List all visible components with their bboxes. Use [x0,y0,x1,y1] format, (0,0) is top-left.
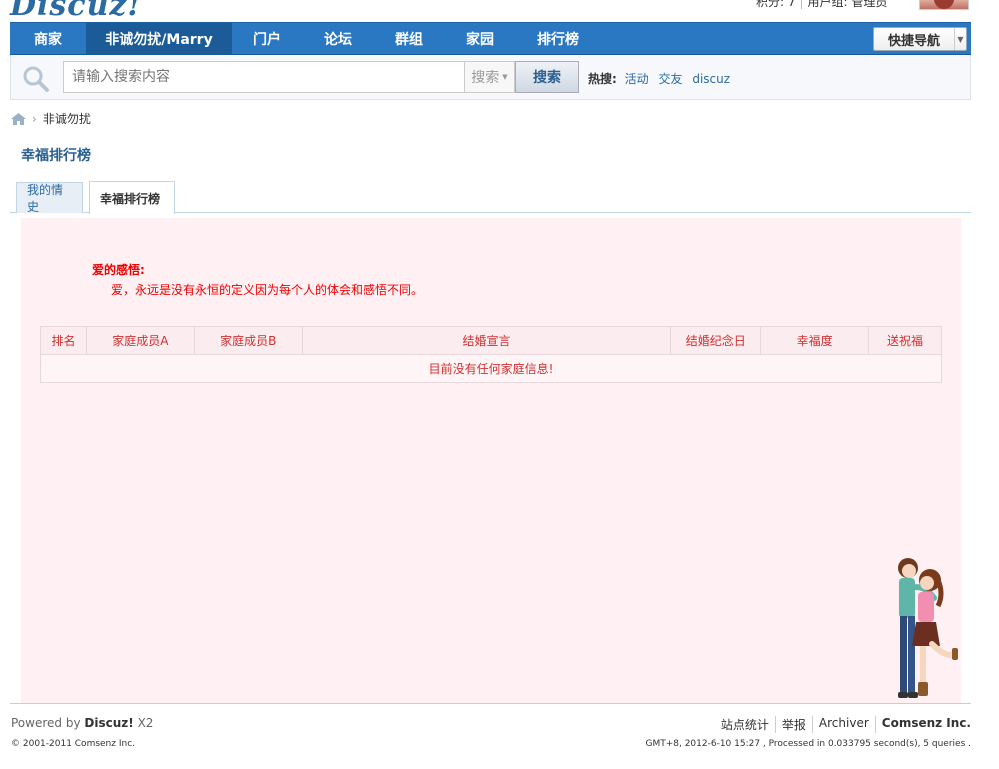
points-label[interactable]: 积分: 7 [756,0,796,9]
nav-item-marry[interactable]: 非诚勿扰/Marry [86,23,232,54]
table-row: 目前没有任何家庭信息! [40,354,942,383]
column-header: 家庭成员B [193,326,303,355]
search-input[interactable] [63,61,473,93]
powered-by: Powered by Discuz! X2 [11,716,153,730]
search-icon [23,66,49,92]
copyright: © 2001-2011 Comsenz Inc. [11,739,136,749]
hot-link-discuz[interactable]: discuz [692,72,730,86]
breadcrumb-separator: › [32,111,37,126]
main-nav: 商家 非诚勿扰/Marry 门户 论坛 群组 家园 排行榜 快捷导航 ▼ [10,22,971,55]
footer-link-comsenz[interactable]: Comsenz Inc. [874,716,971,733]
hot-link-friends[interactable]: 交友 [658,72,682,86]
empty-message: 目前没有任何家庭信息! [40,354,942,383]
processing-info: GMT+8, 2012-6-10 15:27 , Processed in 0.… [645,739,971,749]
nav-item-group[interactable]: 群组 [374,23,444,54]
column-header: 送祝福 [868,326,942,355]
footer-link-report[interactable]: 举报 [774,716,812,733]
breadcrumb-current[interactable]: 非诚勿扰 [43,110,91,127]
nav-item-home[interactable]: 家园 [444,23,516,54]
nav-item-forum[interactable]: 论坛 [302,23,374,54]
search-button[interactable]: 搜索 [515,61,579,93]
tab-ranking[interactable]: 幸福排行榜 [89,181,175,214]
column-header: 幸福度 [760,326,870,355]
ranking-panel: 爱的感悟: 爱，永远是没有永恒的定义因为每个人的体会和感悟不同。 排名 家庭成员… [21,218,961,703]
avatar[interactable] [919,0,969,10]
column-header: 结婚纪念日 [670,326,762,355]
footer-divider [10,703,971,704]
chevron-down-icon: ▼ [502,73,508,81]
tab-my-history[interactable]: 我的情史 [16,182,83,214]
powered-brand[interactable]: Discuz! [84,716,133,730]
nav-item-portal[interactable]: 门户 [232,23,302,54]
powered-version: X2 [137,716,154,730]
nav-item-merchant[interactable]: 商家 [10,23,86,54]
nav-item-ranklist[interactable]: 排行榜 [516,23,600,54]
search-type-select[interactable]: 搜索 ▼ [464,61,515,93]
ranking-table: 排名 家庭成员A 家庭成员B 结婚宣言 结婚纪念日 幸福度 送祝福 目前没有任何… [40,326,942,383]
home-icon[interactable] [11,112,26,125]
divider: | [799,0,804,9]
search-type-label: 搜索 [471,70,500,86]
love-title: 爱的感悟: [92,263,145,277]
column-header: 排名 [40,326,87,355]
user-group-label[interactable]: 用户组: 管理员 [808,0,888,9]
powered-prefix: Powered by [11,716,81,730]
footer-link-archiver[interactable]: Archiver [811,716,875,733]
table-header-row: 排名 家庭成员A 家庭成员B 结婚宣言 结婚纪念日 幸福度 送祝福 [40,326,942,355]
column-header: 家庭成员A [85,326,195,355]
couple-illustration [898,558,958,698]
page-title: 幸福排行榜 [21,148,91,164]
column-header: 结婚宣言 [301,326,672,355]
love-text: 爱，永远是没有永恒的定义因为每个人的体会和感悟不同。 [111,283,424,297]
site-logo[interactable]: Discuz! [10,0,142,23]
chevron-down-icon[interactable]: ▼ [954,28,966,50]
hot-link-activity[interactable]: 活动 [625,72,649,86]
breadcrumb: › 非诚勿扰 [11,110,91,127]
hot-search: 热搜: 活动 交友 discuz [588,70,736,87]
tab-bar: 我的情史 幸福排行榜 [10,181,971,214]
footer-links: 站点统计 举报 Archiver Comsenz Inc. [715,716,971,733]
quick-nav-label: 快捷导航 [887,33,940,49]
quick-nav-button[interactable]: 快捷导航 ▼ [873,27,967,51]
search-bar: 搜索 ▼ 搜索 热搜: 活动 交友 discuz [10,55,971,100]
hot-search-label: 热搜: [588,72,617,86]
footer-link-stats[interactable]: 站点统计 [715,716,775,733]
user-info: 积分: 7 | 用户组: 管理员 [756,0,887,10]
